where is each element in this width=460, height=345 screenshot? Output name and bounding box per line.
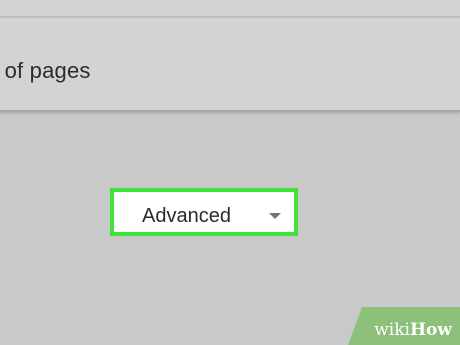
print-options-panel: t of pages <box>0 0 460 112</box>
advanced-dropdown-button[interactable]: Advanced <box>118 196 290 228</box>
watermark-suffix: How <box>409 320 452 340</box>
advanced-label: Advanced <box>142 205 231 227</box>
wikihow-watermark: wikiHow <box>348 307 460 345</box>
highlight-box: Advanced <box>110 188 298 236</box>
watermark-prefix: wiki <box>374 320 410 340</box>
pages-option-label[interactable]: t of pages <box>0 58 91 84</box>
divider <box>0 16 460 18</box>
chevron-down-icon <box>269 213 281 219</box>
screen: t of pages Advanced wikiHow <box>0 0 460 345</box>
watermark-text: wikiHow <box>374 320 452 340</box>
